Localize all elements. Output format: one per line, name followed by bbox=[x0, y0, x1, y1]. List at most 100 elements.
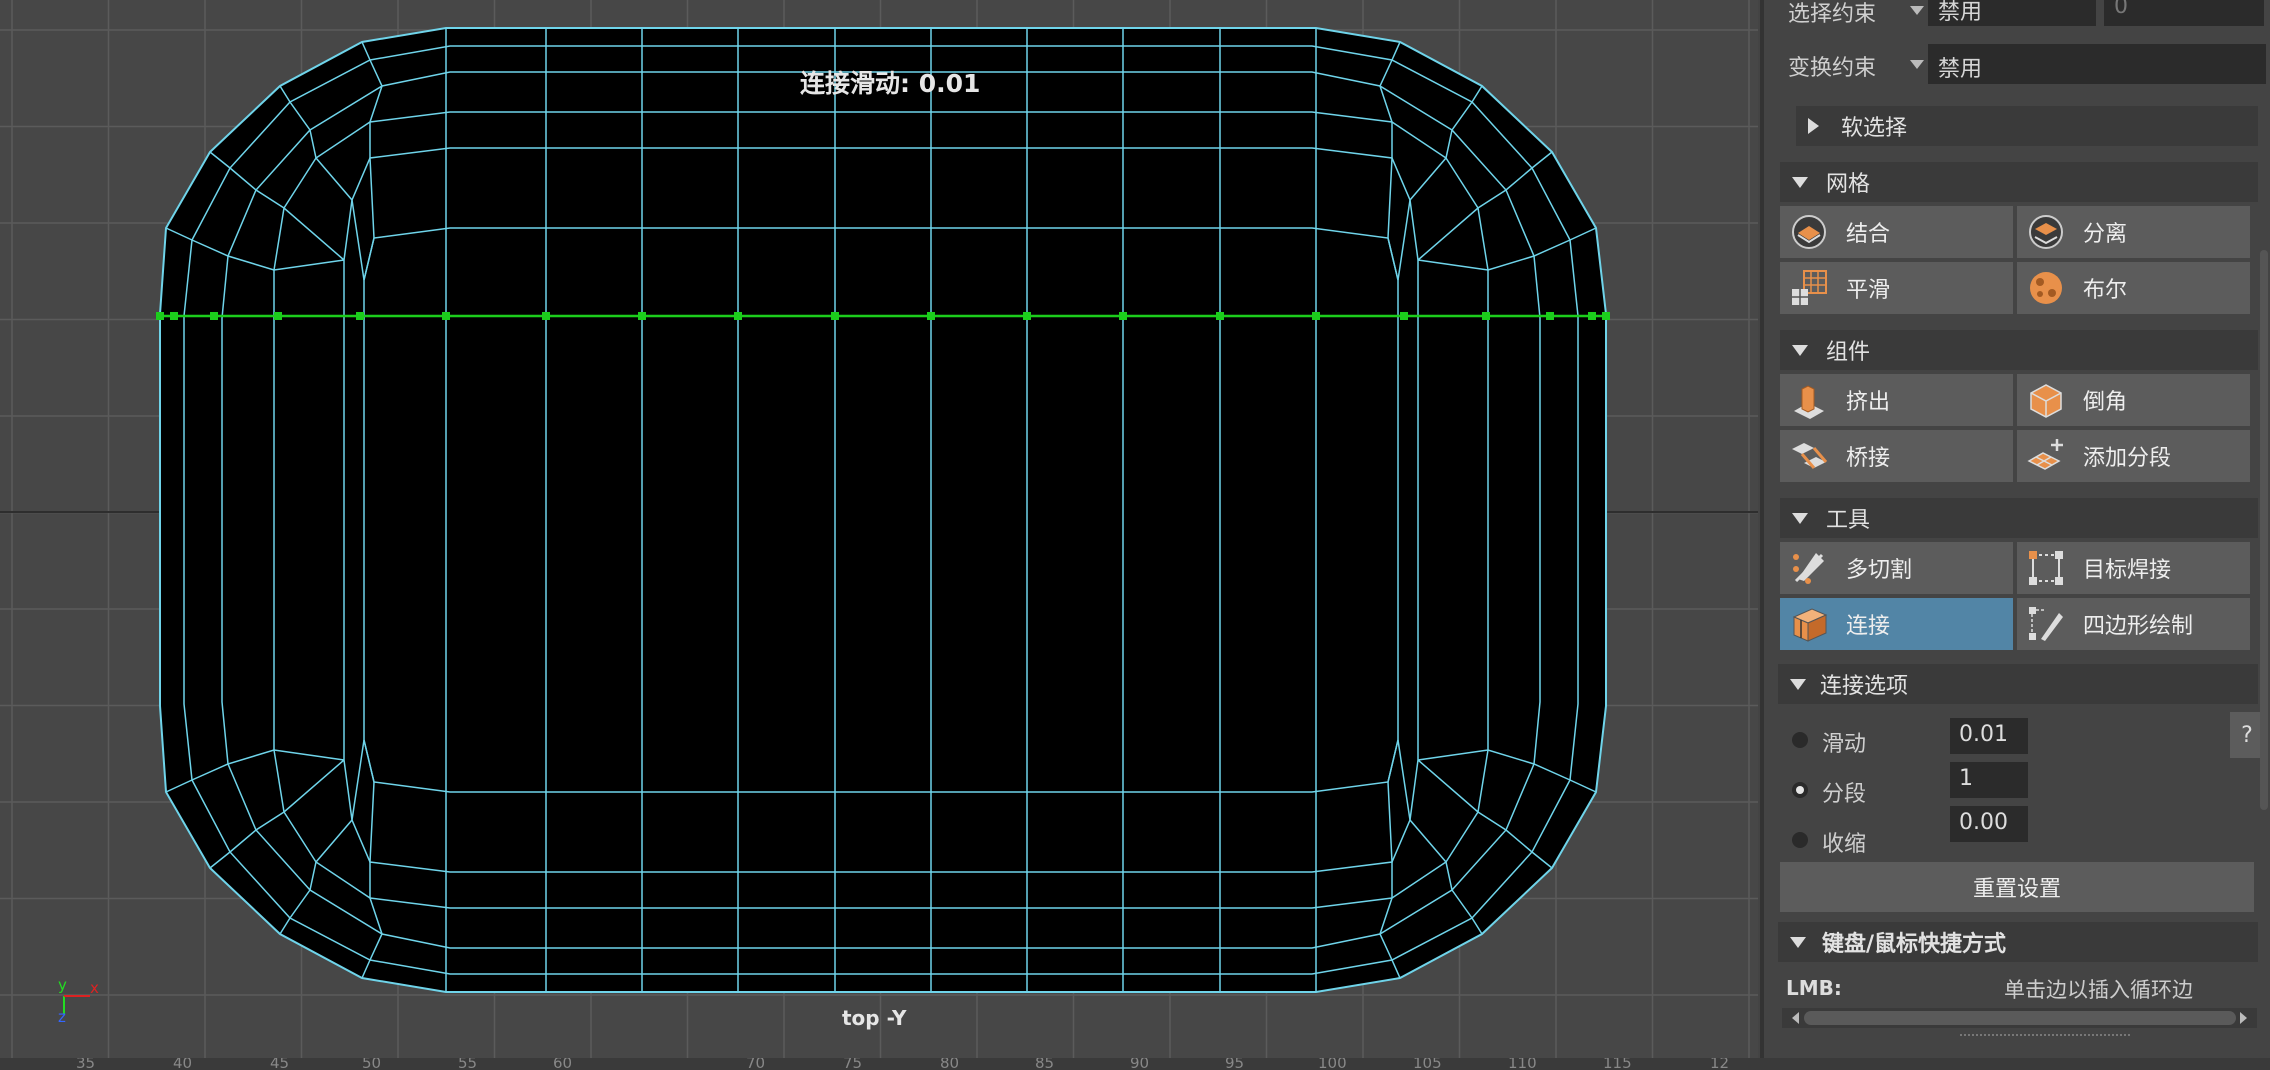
segments-radio[interactable] bbox=[1792, 782, 1808, 798]
vertical-scrollbar[interactable] bbox=[2260, 250, 2268, 810]
slide-input[interactable]: 0.01 bbox=[1950, 718, 2028, 754]
ruler-tick: 95 bbox=[1225, 1058, 1245, 1070]
smooth-button[interactable]: 平滑 bbox=[1780, 262, 2013, 314]
chevron-down-icon[interactable] bbox=[1910, 6, 1924, 15]
lmb-description: 单击边以插入循环边 bbox=[2004, 978, 2193, 1002]
smooth-icon bbox=[1790, 269, 1828, 307]
bevel-button[interactable]: 倒角 bbox=[2017, 374, 2250, 426]
mesh-section-header[interactable]: 网格 bbox=[1780, 162, 2258, 202]
slide-label: 滑动 bbox=[1822, 732, 1867, 757]
preview-vertex bbox=[356, 312, 364, 320]
components-section-header[interactable]: 组件 bbox=[1780, 330, 2258, 370]
soft-select-label: 软选择 bbox=[1841, 116, 1908, 141]
slide-radio[interactable] bbox=[1792, 732, 1808, 748]
selection-constraint-row: 选择约束 禁用 0 bbox=[1778, 0, 2264, 28]
pinch-radio[interactable] bbox=[1792, 832, 1808, 848]
add-divisions-icon bbox=[2027, 437, 2065, 475]
tools-section-title: 工具 bbox=[1826, 508, 1871, 533]
camera-label: top -Y bbox=[842, 1006, 907, 1030]
multi-cut-button[interactable]: 多切割 bbox=[1780, 542, 2013, 594]
boolean-button[interactable]: 布尔 bbox=[2017, 262, 2250, 314]
extrude-button[interactable]: 挤出 bbox=[1780, 374, 2013, 426]
horizontal-scrollbar[interactable] bbox=[1782, 1008, 2257, 1028]
extrude-icon bbox=[1790, 381, 1828, 419]
bridge-icon bbox=[1790, 437, 1828, 475]
segments-input[interactable]: 1 bbox=[1950, 762, 2028, 798]
ruler-tick: 55 bbox=[458, 1058, 478, 1070]
ruler-tick: 35 bbox=[76, 1058, 96, 1070]
extrude-label: 挤出 bbox=[1846, 390, 1891, 415]
connect-icon bbox=[1790, 605, 1828, 643]
preview-vertex bbox=[1546, 312, 1554, 320]
ruler-tick: 50 bbox=[362, 1058, 382, 1070]
bevel-label: 倒角 bbox=[2083, 390, 2128, 415]
mesh-outline bbox=[159, 27, 1607, 993]
connect-label: 连接 bbox=[1846, 614, 1891, 639]
quad-draw-icon bbox=[2027, 605, 2065, 643]
connect-slide-readout: 连接滑动: 0.01 bbox=[800, 69, 981, 98]
chevron-right-icon bbox=[1808, 118, 1819, 134]
combine-button[interactable]: 结合 bbox=[1780, 206, 2013, 258]
help-button[interactable]: ? bbox=[2230, 712, 2264, 758]
segments-label: 分段 bbox=[1822, 782, 1867, 807]
preview-vertex bbox=[210, 312, 218, 320]
selection-constraint-value[interactable]: 0 bbox=[2104, 0, 2264, 26]
soft-select-header[interactable]: 软选择 bbox=[1796, 106, 2258, 146]
time-ruler[interactable]: 35 40 45 50 55 60 70 75 80 85 90 95 100 … bbox=[0, 1058, 2270, 1070]
connect-options-title: 连接选项 bbox=[1820, 674, 1909, 699]
axis-x-label: x bbox=[90, 979, 99, 997]
add-divisions-button[interactable]: 添加分段 bbox=[2017, 430, 2250, 482]
connect-button[interactable]: 连接 bbox=[1780, 598, 2013, 650]
separate-icon bbox=[2027, 213, 2065, 251]
axis-z-label: z bbox=[58, 1008, 66, 1026]
resize-grip[interactable] bbox=[1960, 1034, 2130, 1040]
ruler-tick: 90 bbox=[1130, 1058, 1150, 1070]
multi-cut-label: 多切割 bbox=[1846, 558, 1913, 583]
transform-constraint-row: 变换约束 禁用 bbox=[1778, 44, 2266, 84]
ruler-tick: 110 bbox=[1508, 1058, 1537, 1070]
reset-settings-button[interactable]: 重置设置 bbox=[1780, 862, 2254, 912]
preview-vertex bbox=[1216, 312, 1224, 320]
selection-constraint-dropdown[interactable]: 禁用 bbox=[1928, 0, 2096, 26]
target-weld-icon bbox=[2027, 549, 2065, 587]
target-weld-label: 目标焊接 bbox=[2083, 558, 2172, 583]
pinch-label: 收缩 bbox=[1822, 832, 1867, 857]
shortcuts-section-header[interactable]: 键盘/鼠标快捷方式 bbox=[1778, 922, 2258, 962]
combine-icon bbox=[1790, 213, 1828, 251]
bridge-label: 桥接 bbox=[1846, 446, 1891, 471]
chevron-down-icon bbox=[1792, 176, 1808, 188]
preview-vertex bbox=[170, 312, 178, 320]
preview-vertex bbox=[1312, 312, 1320, 320]
multi-cut-icon bbox=[1790, 549, 1828, 587]
preview-vertex bbox=[1023, 312, 1031, 320]
components-section-title: 组件 bbox=[1826, 340, 1871, 365]
viewport[interactable]: 连接滑动: 0.01 top -Y y x z bbox=[0, 0, 1758, 1058]
separate-label: 分离 bbox=[2083, 222, 2128, 247]
axis-y-label: y bbox=[58, 976, 67, 994]
preview-vertex bbox=[927, 312, 935, 320]
quad-draw-label: 四边形绘制 bbox=[2083, 614, 2194, 639]
axis-indicator: y x z bbox=[52, 976, 112, 1028]
preview-vertex bbox=[1119, 312, 1127, 320]
preview-vertex bbox=[156, 312, 164, 320]
boolean-label: 布尔 bbox=[2083, 278, 2128, 303]
chevron-down-icon[interactable] bbox=[1910, 60, 1924, 69]
ruler-tick: 80 bbox=[940, 1058, 960, 1070]
tools-section-header[interactable]: 工具 bbox=[1780, 498, 2258, 538]
preview-vertex bbox=[274, 312, 282, 320]
quad-draw-button[interactable]: 四边形绘制 bbox=[2017, 598, 2250, 650]
ruler-tick: 100 bbox=[1318, 1058, 1347, 1070]
separate-button[interactable]: 分离 bbox=[2017, 206, 2250, 258]
connect-options-header[interactable]: 连接选项 bbox=[1778, 664, 2258, 704]
transform-constraint-dropdown[interactable]: 禁用 bbox=[1928, 44, 2266, 84]
boolean-icon bbox=[2027, 269, 2065, 307]
target-weld-button[interactable]: 目标焊接 bbox=[2017, 542, 2250, 594]
preview-vertex bbox=[638, 312, 646, 320]
bridge-button[interactable]: 桥接 bbox=[1780, 430, 2013, 482]
bevel-icon bbox=[2027, 381, 2065, 419]
chevron-down-icon bbox=[1790, 936, 1806, 948]
preview-vertex bbox=[1400, 312, 1408, 320]
preview-vertex bbox=[1602, 312, 1610, 320]
pinch-input[interactable]: 0.00 bbox=[1950, 806, 2028, 842]
preview-vertex bbox=[542, 312, 550, 320]
